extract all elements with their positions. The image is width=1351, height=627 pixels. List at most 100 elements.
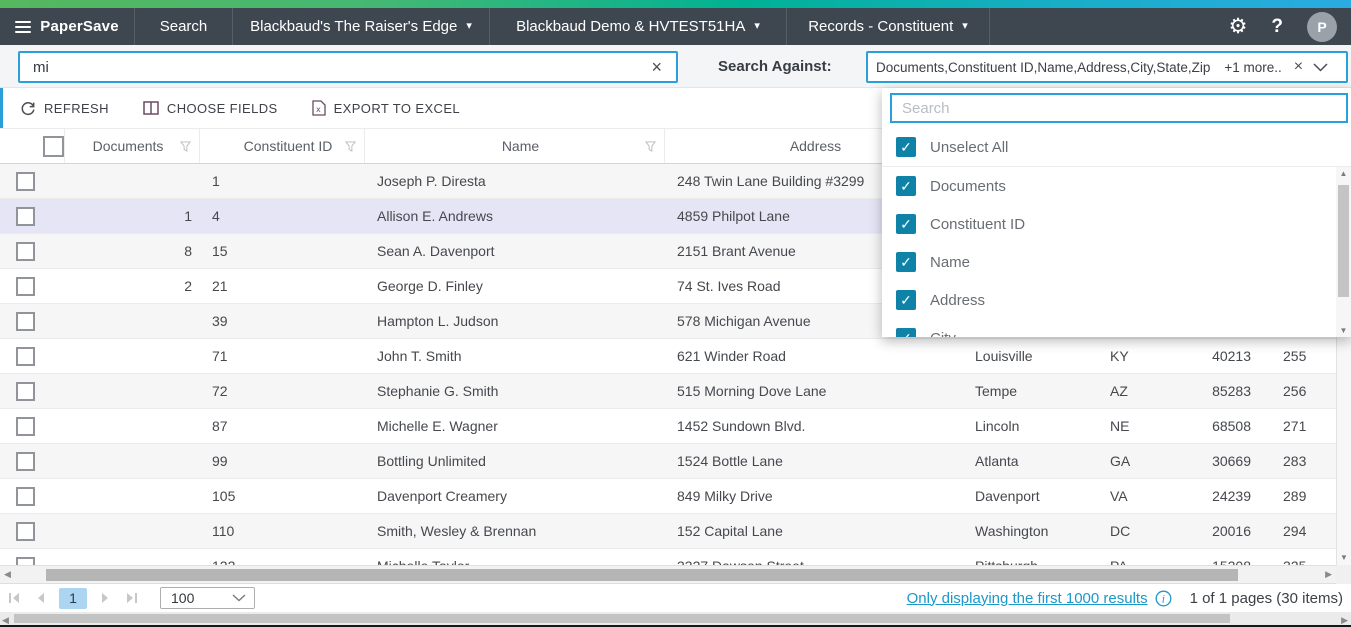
checked-checkbox-icon[interactable]: ✓: [896, 328, 916, 337]
header-name[interactable]: Name: [365, 129, 665, 163]
cell-constituent-id: 71: [200, 348, 365, 364]
row-checkbox[interactable]: [16, 207, 35, 226]
cell-city: Pittsburgh: [955, 558, 1090, 565]
cell-record: 294: [1265, 523, 1336, 539]
nav-dropdown-application[interactable]: Blackbaud's The Raiser's Edge ▾: [233, 8, 490, 45]
cell-record: 256: [1265, 383, 1336, 399]
table-row[interactable]: 105Davenport Creamery849 Milky DriveDave…: [0, 479, 1336, 514]
header-constituent-id[interactable]: Constituent ID: [200, 129, 365, 163]
help-icon[interactable]: ?: [1271, 16, 1283, 38]
user-avatar[interactable]: P: [1307, 12, 1337, 42]
refresh-button[interactable]: REFRESH: [20, 100, 109, 116]
results-limit-link[interactable]: Only displaying the first 1000 results i: [907, 590, 1172, 607]
table-row[interactable]: 72Stephanie G. Smith515 Morning Dove Lan…: [0, 374, 1336, 409]
cell-address: 621 Winder Road: [665, 348, 955, 364]
scrollbar-thumb[interactable]: [1338, 185, 1349, 297]
select-all-header-cell: [0, 129, 65, 163]
current-page-button[interactable]: 1: [59, 588, 87, 609]
checked-checkbox-icon[interactable]: ✓: [896, 290, 916, 310]
chevron-down-icon[interactable]: [1313, 63, 1328, 72]
row-checkbox[interactable]: [16, 487, 35, 506]
row-checkbox[interactable]: [16, 242, 35, 261]
table-row[interactable]: 110Smith, Wesley & Brennan152 Capital La…: [0, 514, 1336, 549]
row-checkbox[interactable]: [16, 277, 35, 296]
hamburger-menu-icon[interactable]: [15, 21, 31, 33]
cell-city: Lincoln: [955, 418, 1090, 434]
top-navbar: PaperSave Search Blackbaud's The Raiser'…: [0, 8, 1351, 45]
row-checkbox[interactable]: [16, 347, 35, 366]
excel-file-icon: x: [312, 100, 326, 116]
dropdown-item-unselect-all[interactable]: ✓ Unselect All: [882, 128, 1351, 166]
checked-checkbox-icon[interactable]: ✓: [896, 214, 916, 234]
page-size-select[interactable]: 100: [160, 587, 255, 609]
checked-checkbox-icon[interactable]: ✓: [896, 137, 916, 157]
dropdown-item-name[interactable]: ✓Name: [882, 243, 1336, 281]
row-checkbox[interactable]: [16, 382, 35, 401]
dropdown-item-documents[interactable]: ✓Documents: [882, 167, 1336, 205]
checked-checkbox-icon[interactable]: ✓: [896, 176, 916, 196]
papersave-app: PaperSave Search Blackbaud's The Raiser'…: [0, 0, 1351, 627]
row-checkbox[interactable]: [16, 557, 35, 566]
navbar-right-actions: ⚙ ? P: [1211, 8, 1351, 45]
page-horizontal-scrollbar[interactable]: ◀ ▶: [0, 612, 1351, 625]
filter-funnel-icon[interactable]: [645, 141, 656, 152]
cell-documents: 1: [65, 208, 200, 224]
filter-funnel-icon[interactable]: [345, 141, 356, 152]
row-checkbox[interactable]: [16, 452, 35, 471]
search-input[interactable]: [20, 59, 637, 76]
chevron-down-icon: ▾: [466, 21, 472, 32]
cell-state: KY: [1090, 348, 1160, 364]
choose-fields-button[interactable]: CHOOSE FIELDS: [143, 101, 278, 116]
scroll-up-icon[interactable]: ▲: [1336, 169, 1351, 178]
cell-zip: 15208: [1160, 558, 1265, 565]
cell-constituent-id: 21: [200, 278, 365, 294]
row-checkbox[interactable]: [16, 172, 35, 191]
dropdown-search-input[interactable]: [892, 100, 1346, 117]
previous-page-button[interactable]: [35, 592, 45, 604]
dropdown-scrollbar[interactable]: ▲ ▼: [1336, 167, 1351, 337]
dropdown-item-city[interactable]: ✓City: [882, 319, 1336, 337]
cell-constituent-id: 87: [200, 418, 365, 434]
row-select-cell: [0, 452, 65, 471]
clear-search-icon[interactable]: ×: [637, 58, 676, 76]
app-menu-brand[interactable]: PaperSave: [0, 8, 135, 45]
scroll-right-icon[interactable]: ▶: [1325, 569, 1332, 580]
table-row[interactable]: 99Bottling Unlimited1524 Bottle LaneAtla…: [0, 444, 1336, 479]
brand-color-strip: [0, 0, 1351, 8]
dropdown-item-address[interactable]: ✓Address: [882, 281, 1336, 319]
row-checkbox[interactable]: [16, 522, 35, 541]
first-page-button[interactable]: [8, 592, 21, 604]
search-against-dropdown-panel: ✓ Unselect All ✓Documents✓Constituent ID…: [882, 88, 1351, 337]
table-row[interactable]: 71John T. Smith621 Winder RoadLouisville…: [0, 339, 1336, 374]
row-select-cell: [0, 242, 65, 261]
table-row[interactable]: 87Michelle E. Wagner1452 Sundown Blvd.Li…: [0, 409, 1336, 444]
cell-state: PA: [1090, 558, 1160, 565]
checked-checkbox-icon[interactable]: ✓: [896, 252, 916, 272]
last-page-button[interactable]: [125, 592, 138, 604]
nav-dropdown-database[interactable]: Blackbaud Demo & HVTEST51HA ▾: [490, 8, 787, 45]
scrollbar-thumb[interactable]: [14, 614, 1230, 623]
search-against-multiselect[interactable]: Documents,Constituent ID,Name,Address,Ci…: [866, 51, 1348, 83]
search-against-more: +1 more..: [1224, 60, 1281, 75]
nav-item-search[interactable]: Search: [135, 8, 233, 45]
next-page-button[interactable]: [101, 592, 111, 604]
brand-name: PaperSave: [40, 18, 119, 35]
scroll-down-icon[interactable]: ▼: [1336, 326, 1351, 335]
clear-fields-icon[interactable]: ×: [1294, 58, 1303, 76]
dropdown-item-constituent-id[interactable]: ✓Constituent ID: [882, 205, 1336, 243]
filter-funnel-icon[interactable]: [180, 141, 191, 152]
table-row[interactable]: 122Michelle Taylor3327 Dawson StreetPitt…: [0, 549, 1336, 565]
cell-name: Sean A. Davenport: [365, 243, 665, 259]
table-horizontal-scrollbar[interactable]: ◀ ▶: [0, 565, 1336, 584]
export-to-excel-button[interactable]: x EXPORT TO EXCEL: [312, 100, 460, 116]
scrollbar-thumb[interactable]: [46, 569, 1238, 581]
scroll-left-icon[interactable]: ◀: [4, 569, 11, 580]
row-checkbox[interactable]: [16, 417, 35, 436]
settings-gear-icon[interactable]: ⚙: [1229, 16, 1248, 37]
cell-constituent-id: 72: [200, 383, 365, 399]
nav-dropdown-record-type[interactable]: Records - Constituent ▾: [787, 8, 990, 45]
scroll-down-icon[interactable]: ▼: [1337, 553, 1351, 562]
header-documents[interactable]: Documents: [65, 129, 200, 163]
row-checkbox[interactable]: [16, 312, 35, 331]
select-all-checkbox[interactable]: [43, 136, 64, 157]
